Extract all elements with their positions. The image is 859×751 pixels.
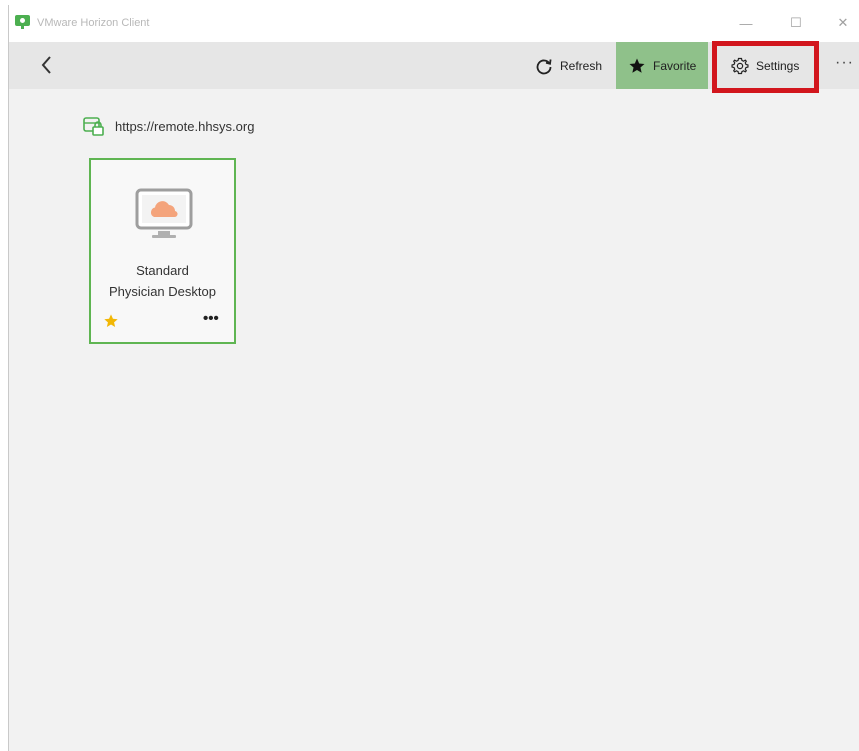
server-lock-icon xyxy=(83,117,104,136)
refresh-icon xyxy=(535,57,553,75)
server-url[interactable]: https://remote.hhsys.org xyxy=(115,119,254,134)
maximize-button[interactable]: ☐ xyxy=(784,13,808,33)
minimize-button[interactable]: — xyxy=(734,13,758,33)
chevron-left-icon xyxy=(41,56,51,74)
refresh-label: Refresh xyxy=(560,58,603,73)
favorite-label: Favorite xyxy=(653,58,697,73)
desktop-name: Standard Physician Desktop xyxy=(91,260,234,302)
horizon-client-window: VMware Horizon Client — ☐ ✕ Refresh Favo… xyxy=(8,5,859,751)
close-button[interactable]: ✕ xyxy=(831,13,855,33)
window-title: VMware Horizon Client xyxy=(37,17,150,29)
favorite-star-icon[interactable] xyxy=(103,313,119,329)
title-bar: VMware Horizon Client — ☐ ✕ xyxy=(9,5,859,42)
refresh-button[interactable]: Refresh xyxy=(527,42,610,89)
back-button[interactable] xyxy=(37,54,57,76)
desktop-tile[interactable]: Standard Physician Desktop ••• xyxy=(89,158,236,344)
more-options-button[interactable]: ··· xyxy=(835,54,854,72)
desktop-name-line2: Physician Desktop xyxy=(109,284,216,299)
settings-highlight-annotation xyxy=(712,41,819,93)
favorite-button[interactable]: Favorite xyxy=(616,42,708,89)
desktop-more-button[interactable]: ••• xyxy=(203,310,219,327)
desktop-name-line1: Standard xyxy=(136,263,189,278)
cloud-monitor-icon xyxy=(135,188,193,238)
horizon-logo-icon xyxy=(15,15,30,29)
star-icon xyxy=(628,57,646,75)
server-header: https://remote.hhsys.org xyxy=(83,115,254,137)
